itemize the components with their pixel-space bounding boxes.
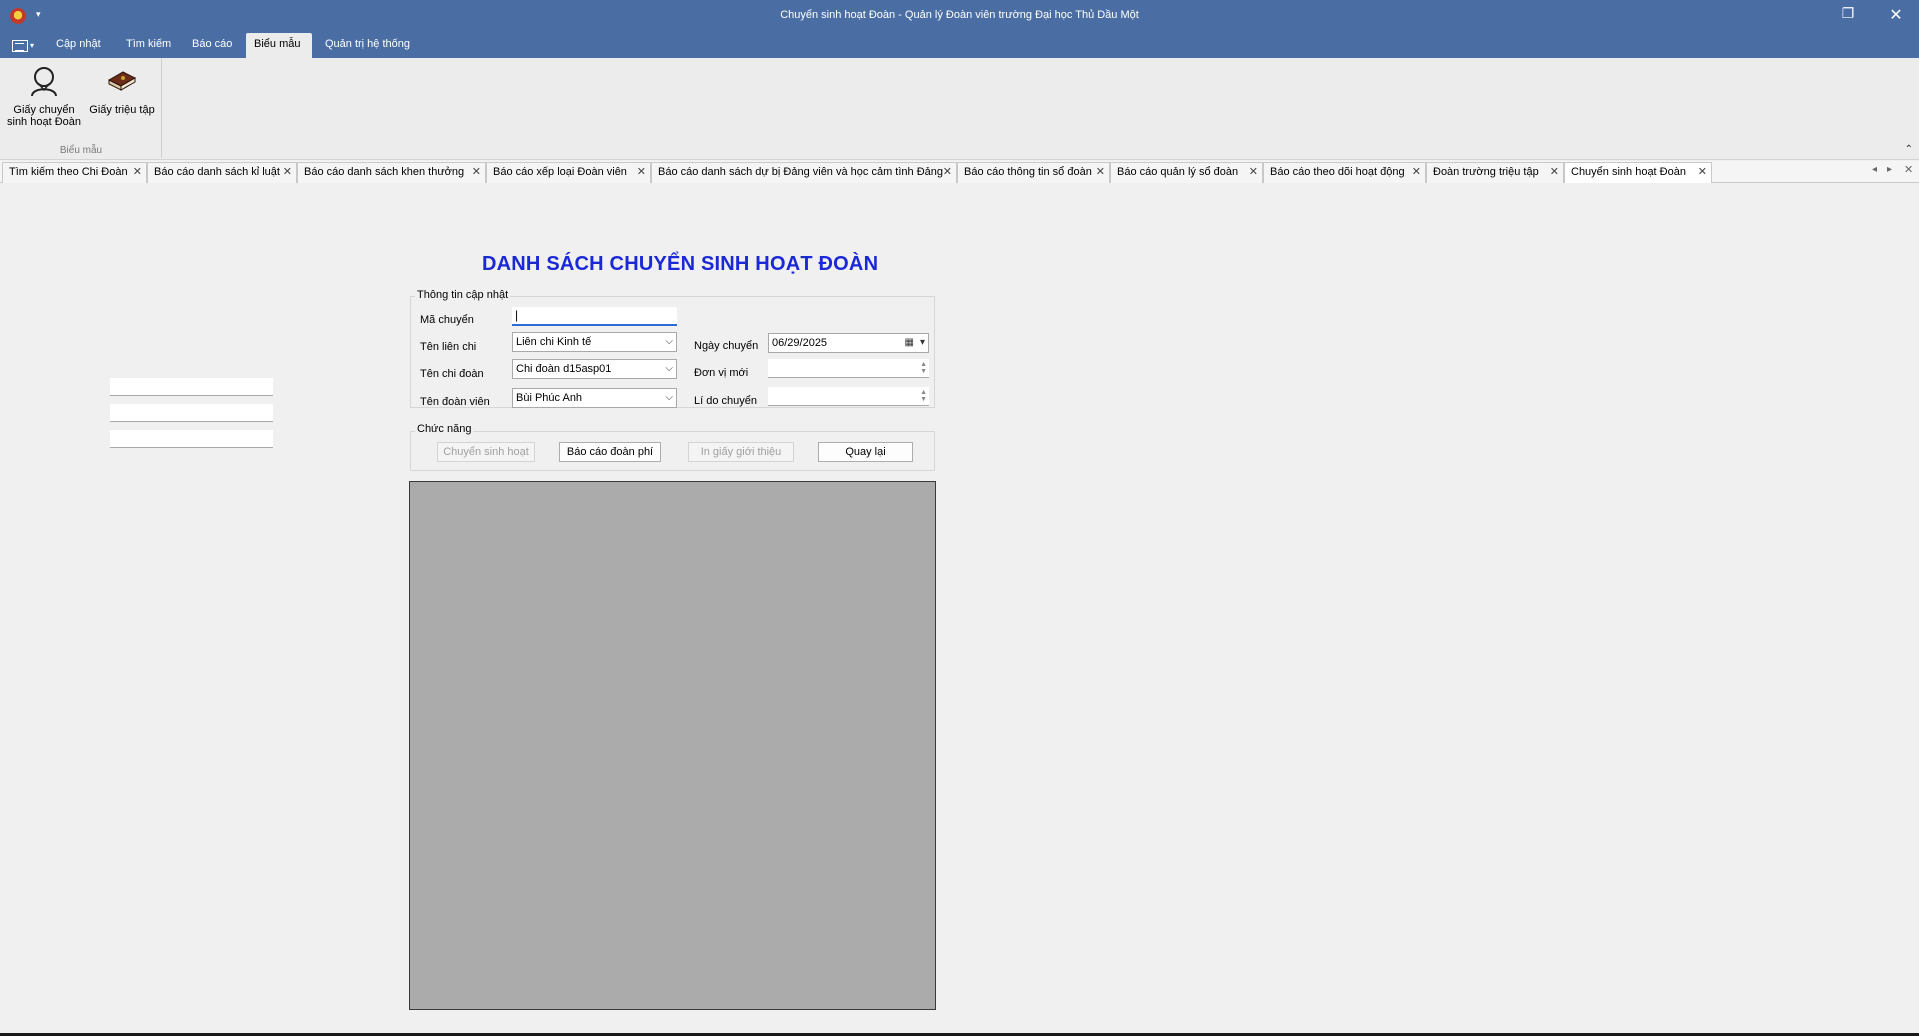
book-icon — [107, 71, 137, 91]
ma-chuyen-label: Mã chuyển — [420, 314, 474, 326]
ten-lien-chi-label: Tên liên chi — [420, 341, 477, 353]
bao-cao-doan-phi-button[interactable]: Báo cáo đoàn phí — [559, 442, 661, 462]
close-tab-icon[interactable]: ✕ — [472, 163, 481, 182]
ribbon-tabs: Cập nhật Tìm kiếm Báo cáo Biểu mẫu Quản … — [0, 33, 1919, 58]
text-cursor: | — [515, 308, 519, 322]
ribbon-tab-cap-nhat[interactable]: Cập nhật — [48, 33, 109, 58]
ten-chi-doan-value: Chi đoàn d15asp01 — [516, 363, 612, 375]
function-group-label: Chức năng — [415, 423, 474, 435]
li-do-chuyen-label: Lí do chuyển — [694, 395, 757, 407]
chevron-down-icon: ⌵ — [665, 392, 673, 403]
doc-tab-label: Báo cáo quản lý sổ đoàn — [1117, 166, 1239, 178]
document-tabs: Tìm kiếm theo Chi Đoàn ✕ Báo cáo danh sác… — [0, 161, 1919, 183]
ngay-chuyen-date-picker[interactable]: 06/29/2025 ▦ ▾ — [768, 333, 929, 353]
ribbon-tab-quan-tri[interactable]: Quản trị hệ thống — [317, 33, 418, 58]
close-window-icon[interactable]: ✕ — [1884, 5, 1908, 25]
ten-lien-chi-value: Liên chi Kinh tế — [516, 336, 592, 348]
giay-chuyen-sinh-hoat-button[interactable]: Giấy chuyển sinh hoạt Đoàn — [4, 64, 84, 128]
close-tab-icon[interactable]: ✕ — [1249, 163, 1258, 182]
chevron-down-icon: ⌵ — [665, 363, 673, 374]
doc-tab[interactable]: Báo cáo thông tin sổ đoàn ✕ — [957, 162, 1110, 183]
restore-window-icon[interactable]: ❐ — [1836, 5, 1860, 22]
close-tab-icon[interactable]: ✕ — [1550, 163, 1559, 182]
ngay-chuyen-label: Ngày chuyển — [694, 340, 759, 352]
chevron-down-icon: ⌵ — [665, 336, 673, 347]
collapse-ribbon-icon[interactable]: ⌃ — [1905, 144, 1913, 155]
close-tab-icon[interactable]: ✕ — [943, 163, 952, 182]
ten-lien-chi-select[interactable]: Liên chi Kinh tế ⌵ — [512, 332, 677, 352]
doc-tab-label: Báo cáo danh sách dự bị Đảng viên và học… — [658, 166, 943, 178]
doc-tab[interactable]: Báo cáo theo dõi hoạt động ✕ — [1263, 162, 1426, 183]
close-all-tabs-icon[interactable]: ✕ — [1904, 163, 1913, 176]
in-giay-gioi-thieu-button[interactable]: In giấy giới thiệu — [688, 442, 794, 462]
title-bar: ▾ Chuyển sinh hoạt Đoàn - Quản lý Đoàn v… — [0, 0, 1919, 58]
page-title: DANH SÁCH CHUYỂN SINH HOẠT ĐOÀN — [482, 253, 879, 275]
doc-tab[interactable]: Đoàn trường triệu tập ✕ — [1426, 162, 1564, 183]
doc-tab[interactable]: Báo cáo quản lý sổ đoàn ✕ — [1110, 162, 1263, 183]
doc-tab-label: Báo cáo danh sách kỉ luật — [154, 166, 280, 178]
giay-trieu-tap-label: Giấy triệu tập — [89, 104, 155, 116]
giay-chuyen-label: Giấy chuyển sinh hoạt Đoàn — [7, 104, 81, 128]
doc-tab-label: Báo cáo xếp loại Đoàn viên — [493, 166, 627, 178]
ten-chi-doan-select[interactable]: Chi đoàn d15asp01 ⌵ — [512, 359, 677, 379]
doc-tab-label: Báo cáo danh sách khen thưởng — [304, 166, 465, 178]
doc-tab-label: Báo cáo theo dõi hoạt động — [1270, 166, 1405, 178]
doc-tab[interactable]: Tìm kiếm theo Chi Đoàn ✕ — [2, 162, 147, 183]
li-do-chuyen-input[interactable]: ▲ ▼ — [768, 387, 929, 406]
ribbon-tab-bao-cao[interactable]: Báo cáo — [184, 33, 240, 58]
ten-doan-vien-value: Bùi Phúc Anh — [516, 392, 583, 404]
spin-arrows-icon[interactable]: ▲ ▼ — [920, 361, 927, 375]
person-outline-icon — [31, 67, 57, 97]
report-viewer[interactable] — [409, 481, 936, 1010]
close-tab-icon[interactable]: ✕ — [133, 163, 142, 182]
chevron-down-icon: ▾ — [919, 337, 925, 348]
doc-tab[interactable]: Báo cáo xếp loại Đoàn viên ✕ — [486, 162, 651, 183]
don-vi-moi-input[interactable]: ▲ ▼ — [768, 359, 929, 378]
tab-scroll-right-icon[interactable]: ▸ — [1887, 164, 1892, 175]
side-field-2[interactable] — [110, 404, 273, 422]
doc-tab[interactable]: Báo cáo danh sách kỉ luật ✕ — [147, 162, 297, 183]
close-tab-icon[interactable]: ✕ — [1412, 163, 1421, 182]
doc-tab-active[interactable]: Chuyển sinh hoạt Đoàn ✕ — [1564, 162, 1712, 183]
close-tab-icon[interactable]: ✕ — [637, 163, 646, 182]
spin-arrows-icon[interactable]: ▲ ▼ — [920, 389, 927, 403]
ribbon-group-label: Biểu mẫu — [59, 145, 103, 156]
main-content: DANH SÁCH CHUYỂN SINH HOẠT ĐOÀN Thông ti… — [0, 183, 1919, 1033]
doc-tab[interactable]: Báo cáo danh sách khen thưởng ✕ — [297, 162, 486, 183]
calendar-icon[interactable]: ▦ — [905, 334, 914, 352]
close-tab-icon[interactable]: ✕ — [1698, 163, 1707, 182]
doc-tab-label: Đoàn trường triệu tập — [1433, 166, 1539, 178]
ribbon-tab-tim-kiem[interactable]: Tìm kiếm — [118, 33, 179, 58]
tab-scroll-left-icon[interactable]: ◂ — [1872, 164, 1877, 175]
close-tab-icon[interactable]: ✕ — [1096, 163, 1105, 182]
ten-doan-vien-label: Tên đoàn viên — [420, 396, 490, 408]
info-group-label: Thông tin cập nhật — [415, 289, 511, 301]
close-tab-icon[interactable]: ✕ — [283, 163, 292, 182]
window-title: Chuyển sinh hoạt Đoàn - Quản lý Đoàn viê… — [780, 9, 1139, 21]
ribbon-body: Giấy chuyển sinh hoạt Đoàn Giấy triệu tậ… — [0, 58, 1919, 160]
ngay-chuyen-value: 06/29/2025 — [772, 337, 828, 349]
ten-chi-doan-label: Tên chi đoàn — [420, 368, 484, 380]
ribbon-group-bieu-mau: Giấy chuyển sinh hoạt Đoàn Giấy triệu tậ… — [0, 58, 162, 158]
ma-chuyen-input[interactable]: | — [512, 307, 677, 326]
don-vi-moi-label: Đơn vị mới — [694, 367, 749, 379]
quay-lai-button[interactable]: Quay lại — [818, 442, 913, 462]
side-field-1[interactable] — [110, 378, 273, 396]
doc-tab[interactable]: Báo cáo danh sách dự bị Đảng viên và học… — [651, 162, 957, 183]
doc-tab-label: Báo cáo thông tin sổ đoàn — [964, 166, 1092, 178]
chuyen-sinh-hoat-button[interactable]: Chuyển sinh hoạt — [437, 442, 535, 462]
side-field-3[interactable] — [110, 430, 273, 448]
giay-trieu-tap-button[interactable]: Giấy triệu tập — [86, 64, 158, 116]
ribbon-tab-bieu-mau[interactable]: Biểu mẫu — [246, 33, 312, 58]
doc-tab-label: Chuyển sinh hoạt Đoàn — [1571, 166, 1686, 178]
doc-tab-label: Tìm kiếm theo Chi Đoàn — [9, 166, 128, 178]
ten-doan-vien-select[interactable]: Bùi Phúc Anh ⌵ — [512, 388, 677, 408]
